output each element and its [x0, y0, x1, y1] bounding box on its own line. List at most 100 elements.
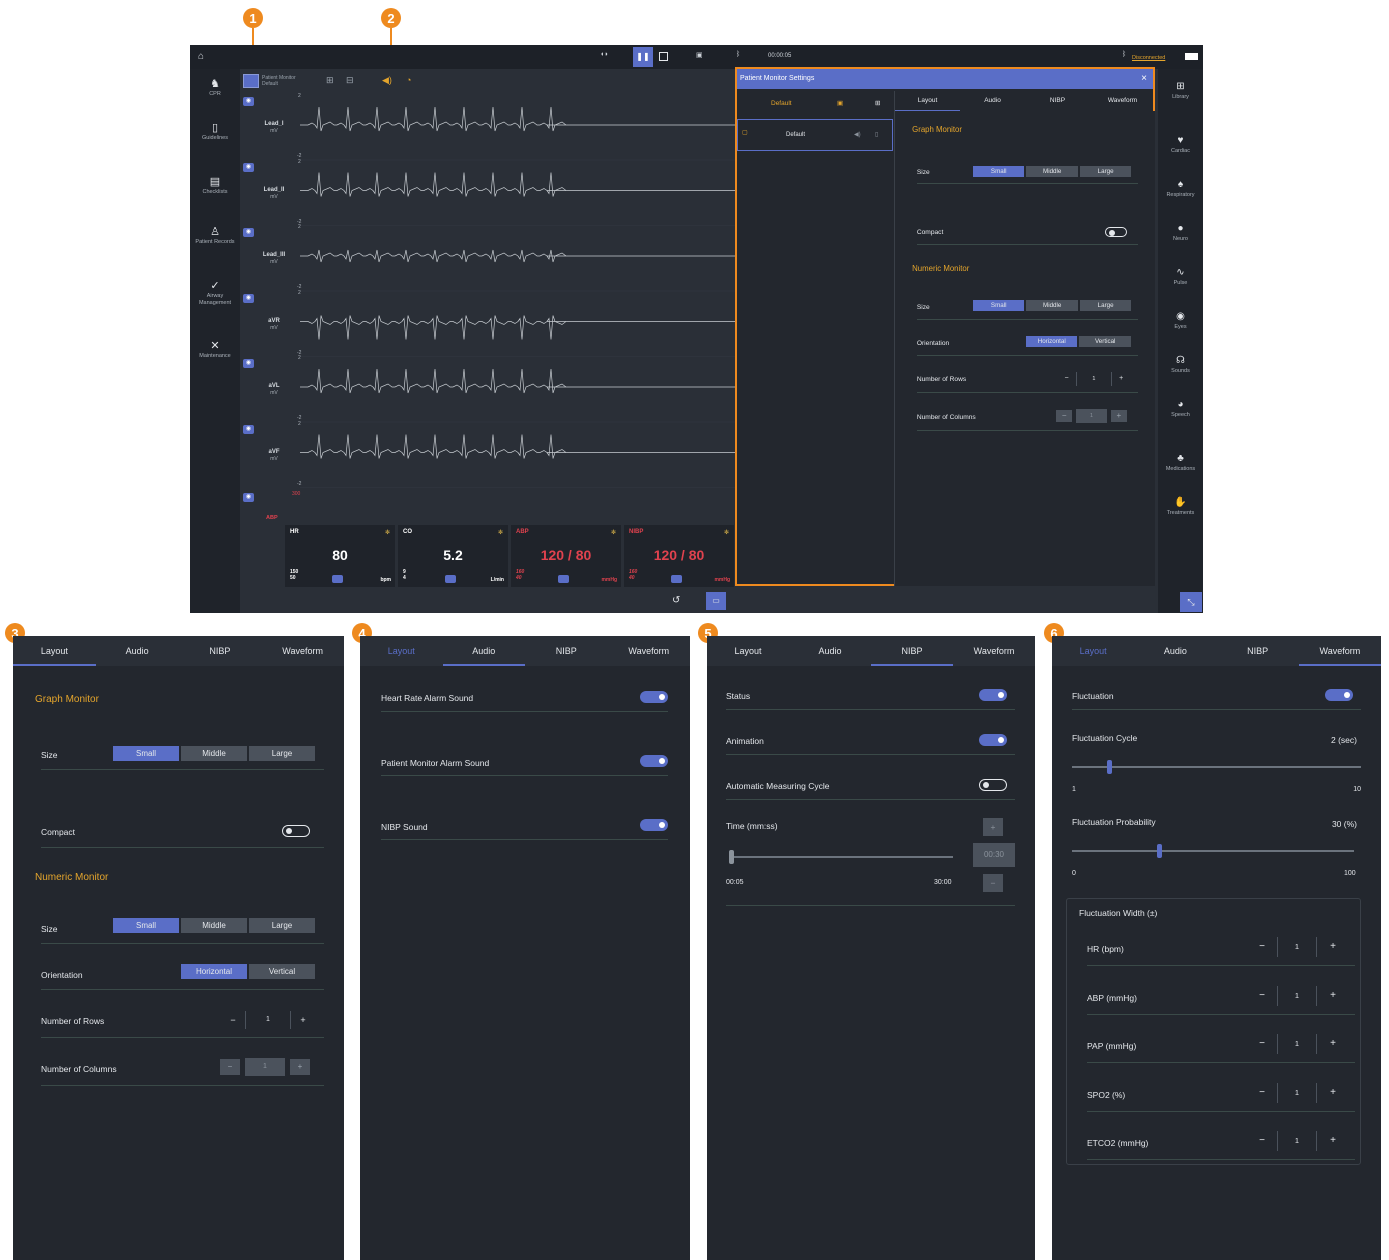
columns-minus-button[interactable]: −: [1056, 409, 1073, 423]
tab-layout[interactable]: Layout: [1052, 636, 1134, 666]
preset-item[interactable]: ▢ Default ◀) ▯: [737, 119, 893, 151]
nav-cardiac[interactable]: ♥ Cardiac: [1158, 135, 1203, 154]
nav-sounds[interactable]: ☊ Sounds: [1158, 355, 1203, 374]
plus-button[interactable]: +: [1317, 1083, 1349, 1103]
tab-waveform[interactable]: Waveform: [953, 636, 1035, 666]
tab-nibp[interactable]: NIBP: [1025, 91, 1090, 111]
nav-eyes[interactable]: ◉ Eyes: [1158, 311, 1203, 330]
rows-minus-button[interactable]: −: [221, 1011, 245, 1029]
gear-icon[interactable]: ✻: [385, 529, 390, 536]
size-small-option[interactable]: Small: [972, 299, 1025, 312]
size-small-option[interactable]: Small: [972, 165, 1025, 178]
heart-rate-alarm-toggle[interactable]: [640, 691, 668, 703]
nibp-cuff-icon[interactable]: ◔: [406, 75, 411, 85]
sound-icon[interactable]: ◖◗: [600, 51, 608, 58]
rows-plus-button[interactable]: +: [1112, 372, 1131, 386]
alarm-sound-icon[interactable]: ◀): [382, 75, 392, 86]
nav-respiratory[interactable]: ♠ Respiratory: [1158, 179, 1203, 198]
time-plus-button[interactable]: +: [983, 818, 1003, 836]
size-large-option[interactable]: Large: [249, 746, 315, 761]
bluetooth-icon[interactable]: ᛒ: [736, 51, 740, 58]
numeric-box[interactable]: CO ✻ 5.2 94 L/min: [398, 525, 508, 587]
nav-medications[interactable]: ♣ Medications: [1158, 453, 1203, 472]
nav-library[interactable]: ⊞ Library: [1158, 81, 1203, 100]
slider-knob[interactable]: [1156, 844, 1162, 858]
tab-nibp[interactable]: NIBP: [1217, 636, 1299, 666]
nav-cpr[interactable]: ♞ CPR: [190, 79, 240, 98]
home-icon[interactable]: ⌂: [198, 51, 204, 62]
size-large-option[interactable]: Large: [249, 918, 315, 933]
orientation-horizontal-option[interactable]: Horizontal: [181, 964, 247, 979]
animation-toggle[interactable]: [979, 734, 1007, 746]
size-large-option[interactable]: Large: [1079, 165, 1132, 178]
minus-button[interactable]: −: [1247, 937, 1277, 957]
tab-audio[interactable]: Audio: [442, 636, 525, 666]
tab-layout[interactable]: Layout: [895, 91, 960, 111]
numeric-box[interactable]: NIBP ✻ 120 / 80 160 40 mmHg: [624, 525, 734, 587]
numeric-box[interactable]: HR ✻ 80 150 50 bpm: [285, 525, 395, 587]
columns-plus-button[interactable]: +: [290, 1059, 310, 1075]
nav-maintenance[interactable]: ✕ Maintenance: [190, 341, 240, 360]
plus-button[interactable]: +: [1317, 986, 1349, 1006]
pause-button[interactable]: ❚❚: [633, 47, 653, 67]
minus-button[interactable]: −: [1247, 1131, 1277, 1151]
nav-treatments[interactable]: ✋ Treatments: [1158, 497, 1203, 516]
stop-button[interactable]: [659, 52, 668, 61]
close-icon[interactable]: ×: [1141, 69, 1147, 89]
columns-minus-button[interactable]: −: [220, 1059, 240, 1075]
slider-knob[interactable]: [729, 850, 734, 864]
size-middle-option[interactable]: Middle: [1026, 299, 1078, 312]
eye-toggle[interactable]: ◉: [243, 359, 254, 368]
minus-button[interactable]: −: [1247, 1083, 1277, 1103]
eye-toggle[interactable]: [332, 575, 343, 583]
columns-plus-button[interactable]: +: [1111, 409, 1127, 423]
speaker-icon[interactable]: ◀): [854, 131, 861, 138]
eye-toggle[interactable]: ◉: [243, 228, 254, 237]
rows-minus-button[interactable]: −: [1057, 372, 1076, 386]
tab-audio[interactable]: Audio: [789, 636, 871, 666]
slider-knob[interactable]: [1106, 760, 1112, 774]
size-small-option[interactable]: Small: [113, 746, 179, 761]
size-small-option[interactable]: Small: [113, 918, 179, 933]
layout-button[interactable]: [243, 74, 259, 88]
fluctuation-toggle[interactable]: [1325, 689, 1353, 701]
size-middle-option[interactable]: Middle: [1026, 165, 1078, 178]
tab-waveform[interactable]: Waveform: [261, 636, 344, 666]
tab-waveform[interactable]: Waveform: [1090, 91, 1155, 111]
monitor-alarm-toggle[interactable]: [640, 755, 668, 767]
eye-toggle[interactable]: ◉: [243, 162, 254, 172]
minus-button[interactable]: −: [1247, 986, 1277, 1006]
nav-patient-records[interactable]: ♙ Patient Records: [190, 227, 240, 246]
eye-toggle[interactable]: ◉: [243, 97, 254, 106]
nav-neuro[interactable]: ● Neuro: [1158, 223, 1203, 242]
tab-nibp[interactable]: NIBP: [525, 636, 608, 666]
chat-button[interactable]: ▭: [706, 592, 726, 610]
plus-button[interactable]: +: [1317, 937, 1349, 957]
orientation-vertical-option[interactable]: Vertical: [249, 964, 315, 979]
add-icon[interactable]: ⊞: [875, 99, 880, 107]
panel-icon[interactable]: ⊟: [346, 75, 354, 86]
numeric-box[interactable]: ABP ✻ 120 / 80 160 40 mmHg: [511, 525, 621, 587]
save-icon[interactable]: ▣: [696, 51, 703, 59]
save-icon[interactable]: ▣: [837, 99, 843, 107]
size-middle-option[interactable]: Middle: [181, 746, 247, 761]
eye-toggle[interactable]: [445, 575, 456, 583]
nav-checklists[interactable]: ▤ Checklists: [190, 177, 240, 196]
orientation-horizontal-option[interactable]: Horizontal: [1026, 335, 1078, 348]
collapse-button[interactable]: ⤡: [1180, 592, 1202, 612]
minus-button[interactable]: −: [1247, 1034, 1277, 1054]
tab-nibp[interactable]: NIBP: [871, 636, 953, 666]
plus-button[interactable]: +: [1317, 1131, 1349, 1151]
history-icon[interactable]: ↺: [672, 595, 680, 606]
status-toggle[interactable]: [979, 689, 1007, 701]
tab-audio[interactable]: Audio: [1134, 636, 1216, 666]
nav-speech[interactable]: ◕ Speech: [1158, 399, 1203, 418]
nav-airway[interactable]: ✓ Airway Management: [190, 281, 240, 307]
trash-icon[interactable]: ▯: [875, 131, 878, 138]
eye-toggle[interactable]: [558, 575, 569, 583]
gear-icon[interactable]: ✻: [498, 529, 503, 536]
size-large-option[interactable]: Large: [1079, 299, 1132, 312]
tab-layout[interactable]: Layout: [707, 636, 789, 666]
nibp-sound-toggle[interactable]: [640, 819, 668, 831]
tab-layout[interactable]: Layout: [13, 636, 96, 666]
